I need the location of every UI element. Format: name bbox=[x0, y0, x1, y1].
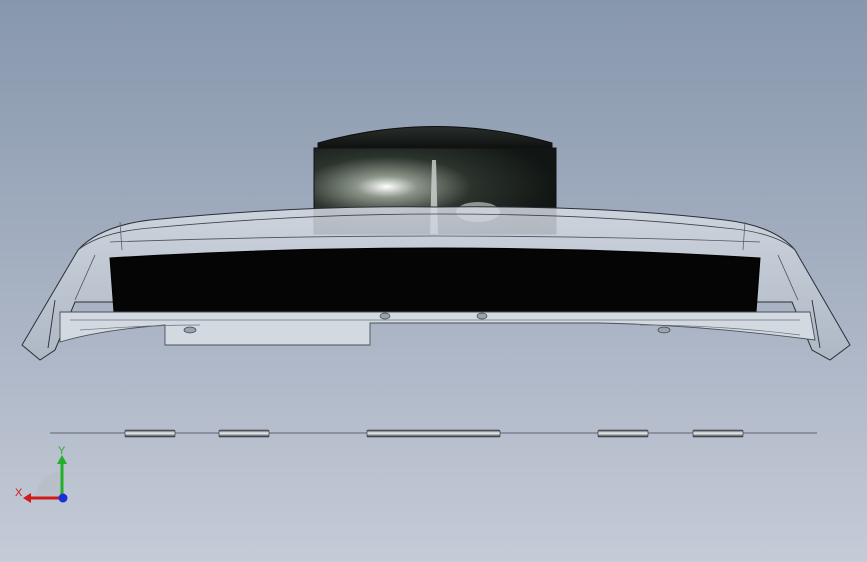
foot-pad[interactable] bbox=[218, 429, 270, 438]
foot-pad[interactable] bbox=[597, 429, 649, 438]
y-axis-label: Y bbox=[58, 445, 66, 457]
foot-pad[interactable] bbox=[366, 429, 501, 438]
z-axis-icon bbox=[58, 493, 68, 503]
reference-triad: Y X bbox=[15, 445, 68, 503]
model-view[interactable]: Y X bbox=[0, 0, 867, 562]
x-axis-label: X bbox=[15, 487, 23, 499]
x-arrow-icon bbox=[23, 493, 31, 503]
graphics-viewport[interactable]: Y X bbox=[0, 0, 867, 562]
inner-band bbox=[109, 247, 761, 313]
foot-pad[interactable] bbox=[692, 429, 744, 438]
foot-pad[interactable] bbox=[124, 429, 176, 438]
triad-plane-icon bbox=[35, 470, 62, 498]
